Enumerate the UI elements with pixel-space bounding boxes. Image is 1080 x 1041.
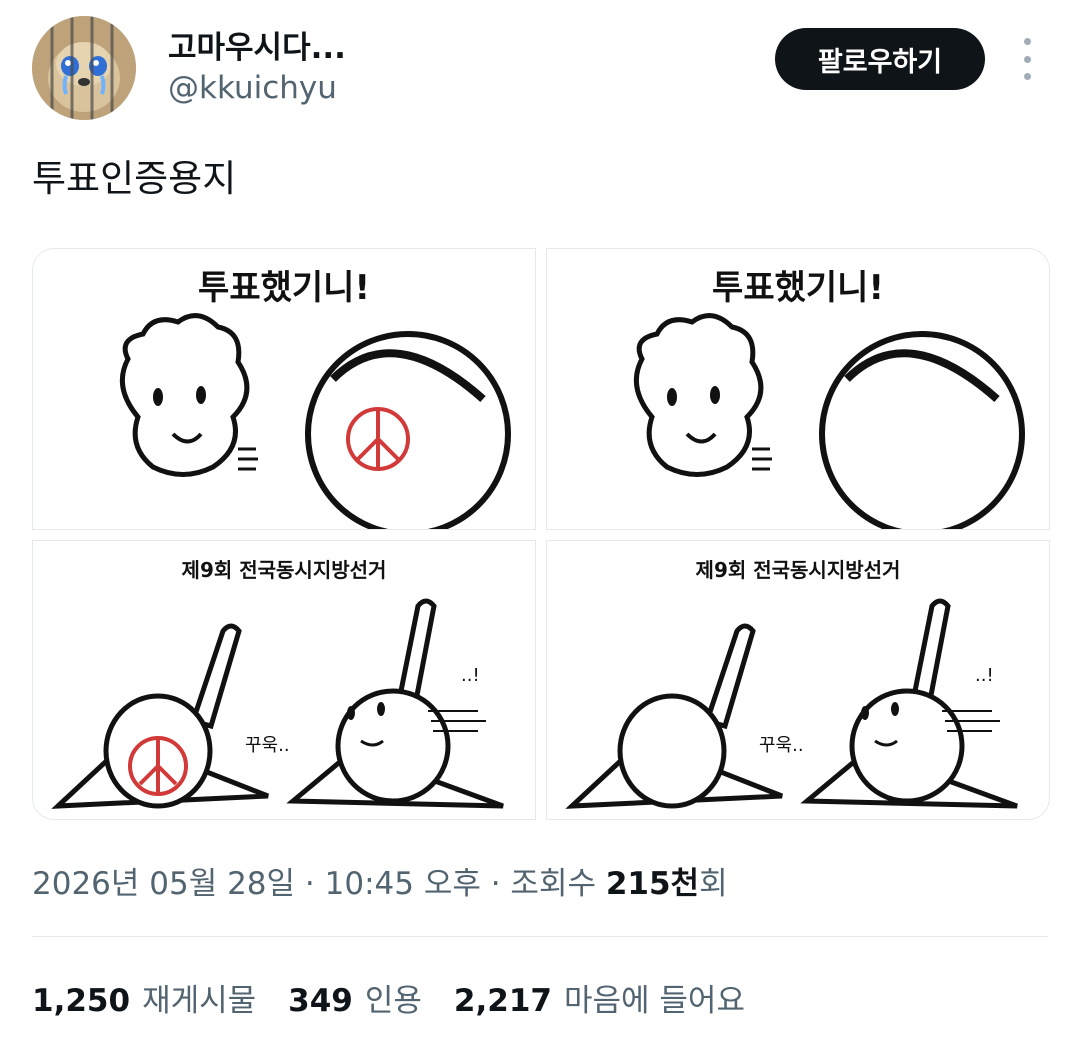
views-suffix: 회 (699, 866, 728, 902)
comic-panel-1[interactable]: 투표했기니! (32, 248, 536, 530)
tweet-meta: 2026년 05월 28일 · 10:45 오후 · 조회수 215천회 (32, 858, 728, 903)
quotes-stat[interactable]: 349 인용 (288, 975, 422, 1020)
likes-label: 마음에 들어요 (563, 983, 745, 1019)
divider (32, 936, 1048, 937)
surprise-sound: ..! (461, 665, 480, 686)
retweets-stat[interactable]: 1,250 재게시물 (32, 975, 256, 1020)
comic-image-1: 투표했기니! (119, 268, 511, 529)
views-label: 조회수 (510, 866, 606, 902)
tweet-time[interactable]: 10:45 오후 (325, 866, 481, 902)
comic-panel-2[interactable]: 투표했기니! (546, 248, 1050, 530)
more-options-icon[interactable] (1012, 38, 1042, 80)
retweets-label: 재게시물 (142, 983, 257, 1019)
dot (1023, 38, 1031, 45)
tweet-date[interactable]: 2026년 05월 28일 (32, 866, 295, 902)
surprise-sound: ..! (975, 665, 994, 686)
comic-caption: 제9회 전국동시지방선거 (182, 558, 387, 582)
separator: · (480, 866, 511, 902)
comic-panel-4[interactable]: 제9회 전국동시지방선거 꾸욱.. ..! (546, 540, 1050, 820)
comic-image-3: 제9회 전국동시지방선거 꾸욱.. ..! (51, 558, 504, 809)
user-handle[interactable]: @kkuichyu (168, 70, 337, 106)
comic-caption: 투표했기니! (198, 268, 370, 308)
avatar[interactable] (32, 16, 136, 120)
comic-caption: 투표했기니! (712, 268, 884, 308)
likes-stat[interactable]: 2,217 마음에 들어요 (454, 975, 745, 1020)
comic-caption: 제9회 전국동시지방선거 (696, 558, 901, 582)
separator: · (295, 866, 325, 902)
quotes-count: 349 (288, 983, 353, 1019)
dot (1023, 55, 1031, 63)
display-name[interactable]: 고마우시다... (168, 22, 346, 67)
dot (1023, 73, 1031, 80)
likes-count: 2,217 (453, 983, 552, 1019)
quotes-label: 인용 (364, 983, 422, 1019)
retweets-count: 1,250 (32, 983, 131, 1019)
views-count[interactable]: 215천 (606, 866, 699, 902)
crying-puppy-avatar-icon (32, 16, 136, 120)
tweet-text: 투표인증용지 (32, 157, 237, 200)
comic-panel-3[interactable]: 제9회 전국동시지방선거 꾸욱.. ..! (32, 540, 536, 820)
comic-image-2: 투표했기니! (633, 268, 1025, 529)
squeeze-sound: 꾸욱.. (759, 735, 804, 756)
engagement-stats: 1,250 재게시물 349 인용 2,217 마음에 들어요 (32, 975, 777, 1020)
squeeze-sound: 꾸욱.. (245, 735, 290, 756)
comic-image-4: 제9회 전국동시지방선거 꾸욱.. ..! (565, 558, 1018, 809)
follow-button[interactable]: 팔로우하기 (775, 28, 985, 90)
